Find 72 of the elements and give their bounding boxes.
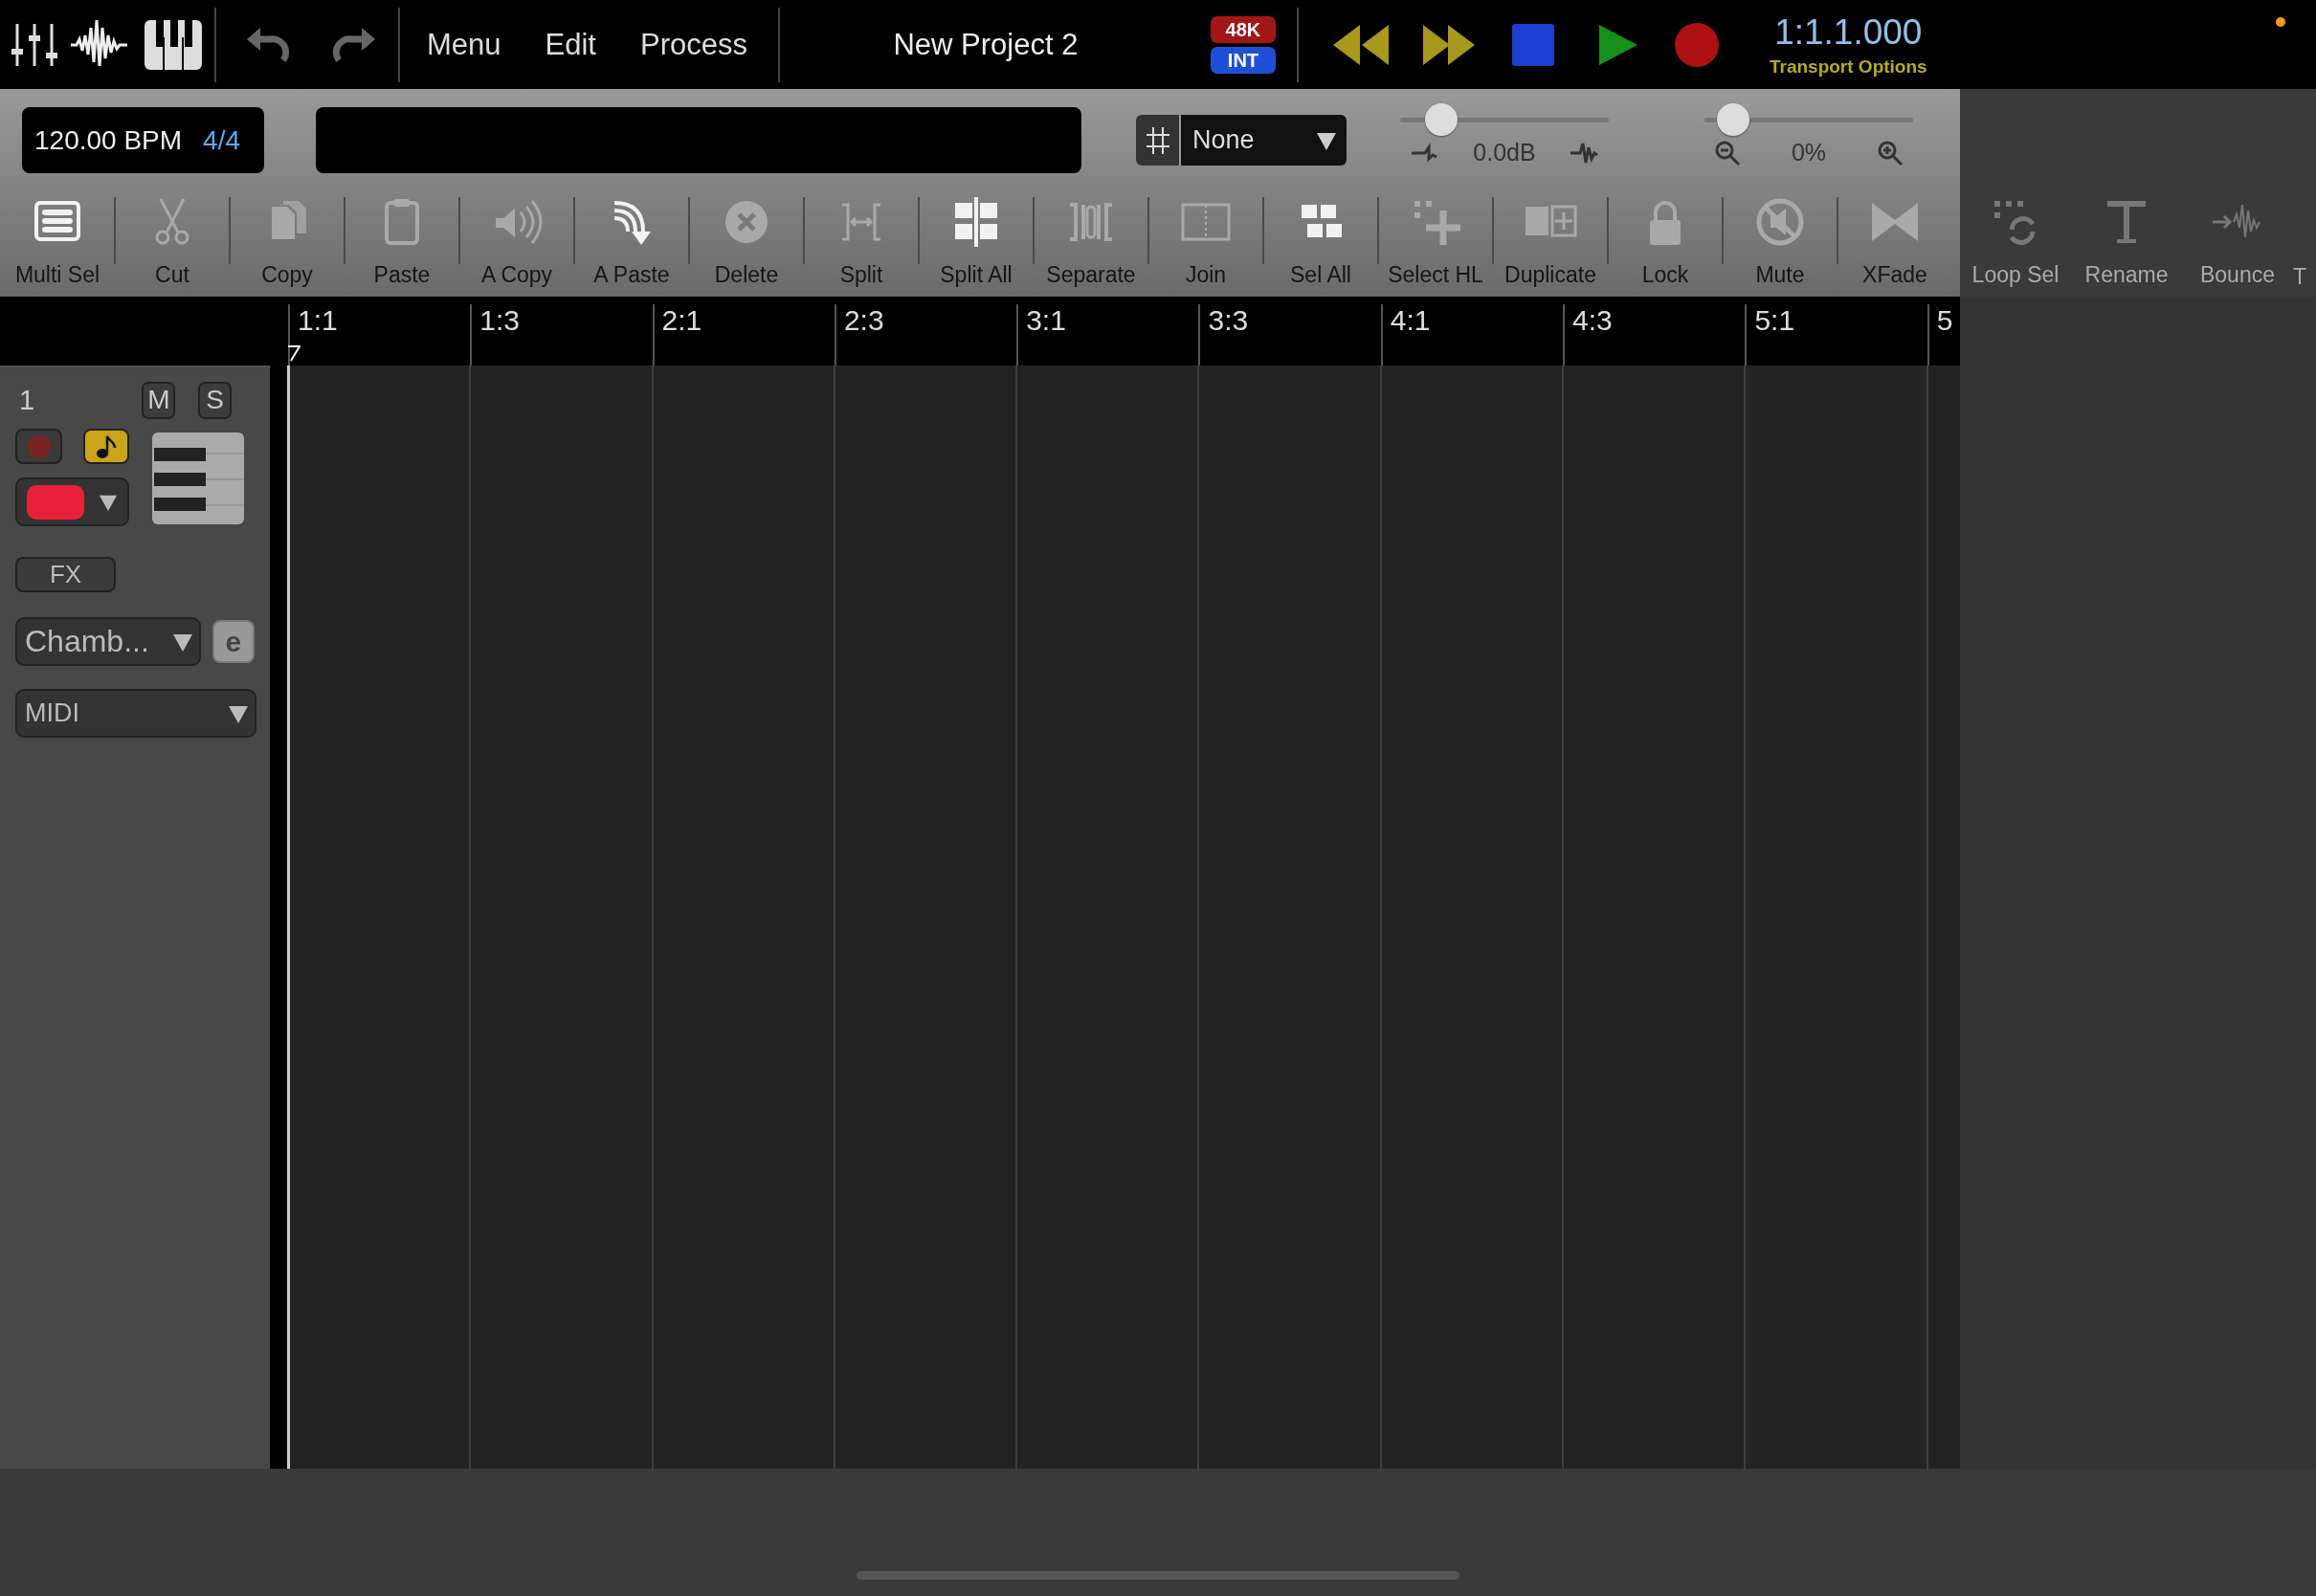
toolbar-button[interactable]: Duplicate bbox=[1493, 191, 1608, 297]
toolbar-button[interactable]: Select HL bbox=[1378, 191, 1493, 297]
bar-marker: 4:3 bbox=[1572, 304, 1613, 336]
toolbar-button[interactable]: Delete bbox=[689, 191, 804, 297]
grid-icon bbox=[1145, 124, 1170, 156]
track-color-dropdown[interactable] bbox=[15, 477, 129, 526]
toolbar-button[interactable]: Sel All bbox=[1263, 191, 1378, 297]
slider-thumb[interactable] bbox=[1716, 103, 1749, 136]
toolbar-button[interactable]: Separate bbox=[1034, 191, 1148, 297]
edit-instrument-button[interactable]: e bbox=[212, 620, 255, 663]
slider-thumb[interactable] bbox=[1424, 103, 1458, 136]
toolbar-button[interactable]: XFade bbox=[1837, 191, 1952, 297]
instrument-dropdown[interactable]: Chamb... bbox=[15, 617, 201, 666]
volume-slider[interactable] bbox=[1400, 102, 1609, 137]
bar-marker: 5:1 bbox=[1754, 304, 1795, 336]
s-toggle[interactable]: S bbox=[198, 381, 232, 419]
playhead-marker-icon[interactable] bbox=[287, 344, 301, 362]
track-number: 1 bbox=[19, 384, 36, 416]
music-note-icon bbox=[95, 433, 118, 459]
timeline-ruler[interactable]: 1:1 1:3 2:1 2:3 3:1 3:3 4:1 4:3 5:1 5 bbox=[0, 297, 1960, 366]
piano-icon[interactable] bbox=[144, 17, 203, 72]
toolbar-button[interactable]: Join bbox=[1148, 191, 1263, 297]
bar-marker: 1:1 bbox=[298, 304, 338, 336]
loud-wave-icon bbox=[1569, 141, 1599, 165]
zoom-slider[interactable] bbox=[1704, 102, 1913, 137]
bar-marker: 2:3 bbox=[843, 304, 884, 336]
toolbar-button[interactable]: Rename bbox=[2071, 191, 2182, 297]
toolbar-button[interactable]: A Copy bbox=[459, 191, 574, 297]
time-signature: 4/4 bbox=[203, 124, 241, 156]
snap-dropdown[interactable]: None bbox=[1179, 115, 1347, 166]
toolbar-button[interactable]: Cut bbox=[115, 191, 230, 297]
tempo-value: 120.00 BPM bbox=[34, 124, 183, 156]
toolbar-button[interactable]: Paste bbox=[345, 191, 459, 297]
input-dropdown[interactable]: MIDI bbox=[15, 689, 256, 738]
toolbar-button[interactable]: Lock bbox=[1608, 191, 1723, 297]
toolbar-button[interactable]: Mute bbox=[1723, 191, 1837, 297]
bar-marker: 1:3 bbox=[479, 304, 520, 336]
toolbar-button[interactable]: Split All bbox=[919, 191, 1034, 297]
toolbar-button[interactable]: Copy bbox=[230, 191, 345, 297]
record-icon[interactable] bbox=[1673, 21, 1720, 68]
toolbar-button[interactable]: Multi Sel bbox=[0, 191, 115, 297]
bar-marker: 5 bbox=[1936, 304, 1953, 336]
zoom-in-icon[interactable] bbox=[1877, 139, 1904, 166]
status-dot bbox=[2276, 17, 2285, 27]
grid-button[interactable] bbox=[1136, 115, 1179, 166]
fast-forward-icon[interactable] bbox=[1420, 22, 1477, 67]
fx-button[interactable]: FX bbox=[15, 557, 116, 592]
volume-reading: 0.0dB bbox=[1473, 139, 1536, 166]
zoom-out-icon[interactable] bbox=[1714, 139, 1741, 166]
keyboard-icon[interactable] bbox=[152, 432, 244, 524]
transport-options-link[interactable]: Transport Options bbox=[1769, 55, 1927, 78]
toolbar-button[interactable]: A Paste bbox=[574, 191, 689, 297]
bar-marker: 3:1 bbox=[1026, 304, 1066, 336]
menu-item[interactable]: Menu bbox=[427, 27, 501, 62]
stop-icon[interactable] bbox=[1510, 22, 1555, 67]
toolbar-button[interactable]: Split bbox=[804, 191, 919, 297]
clock-source-badge: INT bbox=[1210, 46, 1276, 74]
toolbar-button[interactable]: T bbox=[2293, 191, 2312, 297]
menu-item[interactable]: Process bbox=[639, 27, 747, 62]
toolbar-button[interactable]: Bounce bbox=[2182, 191, 2293, 297]
toolbar-button[interactable]: Loop Sel bbox=[1960, 191, 2071, 297]
time-display[interactable]: 1:1.1.000 bbox=[1774, 11, 1923, 53]
bar-marker: 4:1 bbox=[1390, 304, 1431, 336]
sample-rate-badge: 48K bbox=[1210, 15, 1276, 43]
menu-item[interactable]: Edit bbox=[545, 27, 596, 62]
bar-marker: 3:3 bbox=[1208, 304, 1249, 336]
midi-note-button[interactable] bbox=[83, 429, 129, 464]
m-toggle[interactable]: M bbox=[142, 381, 176, 419]
tempo-display[interactable]: 120.00 BPM 4/4 bbox=[22, 107, 264, 173]
bar-marker: 2:1 bbox=[661, 304, 702, 336]
project-title: New Project 2 bbox=[892, 27, 1080, 62]
zoom-reading: 0% bbox=[1791, 139, 1827, 166]
